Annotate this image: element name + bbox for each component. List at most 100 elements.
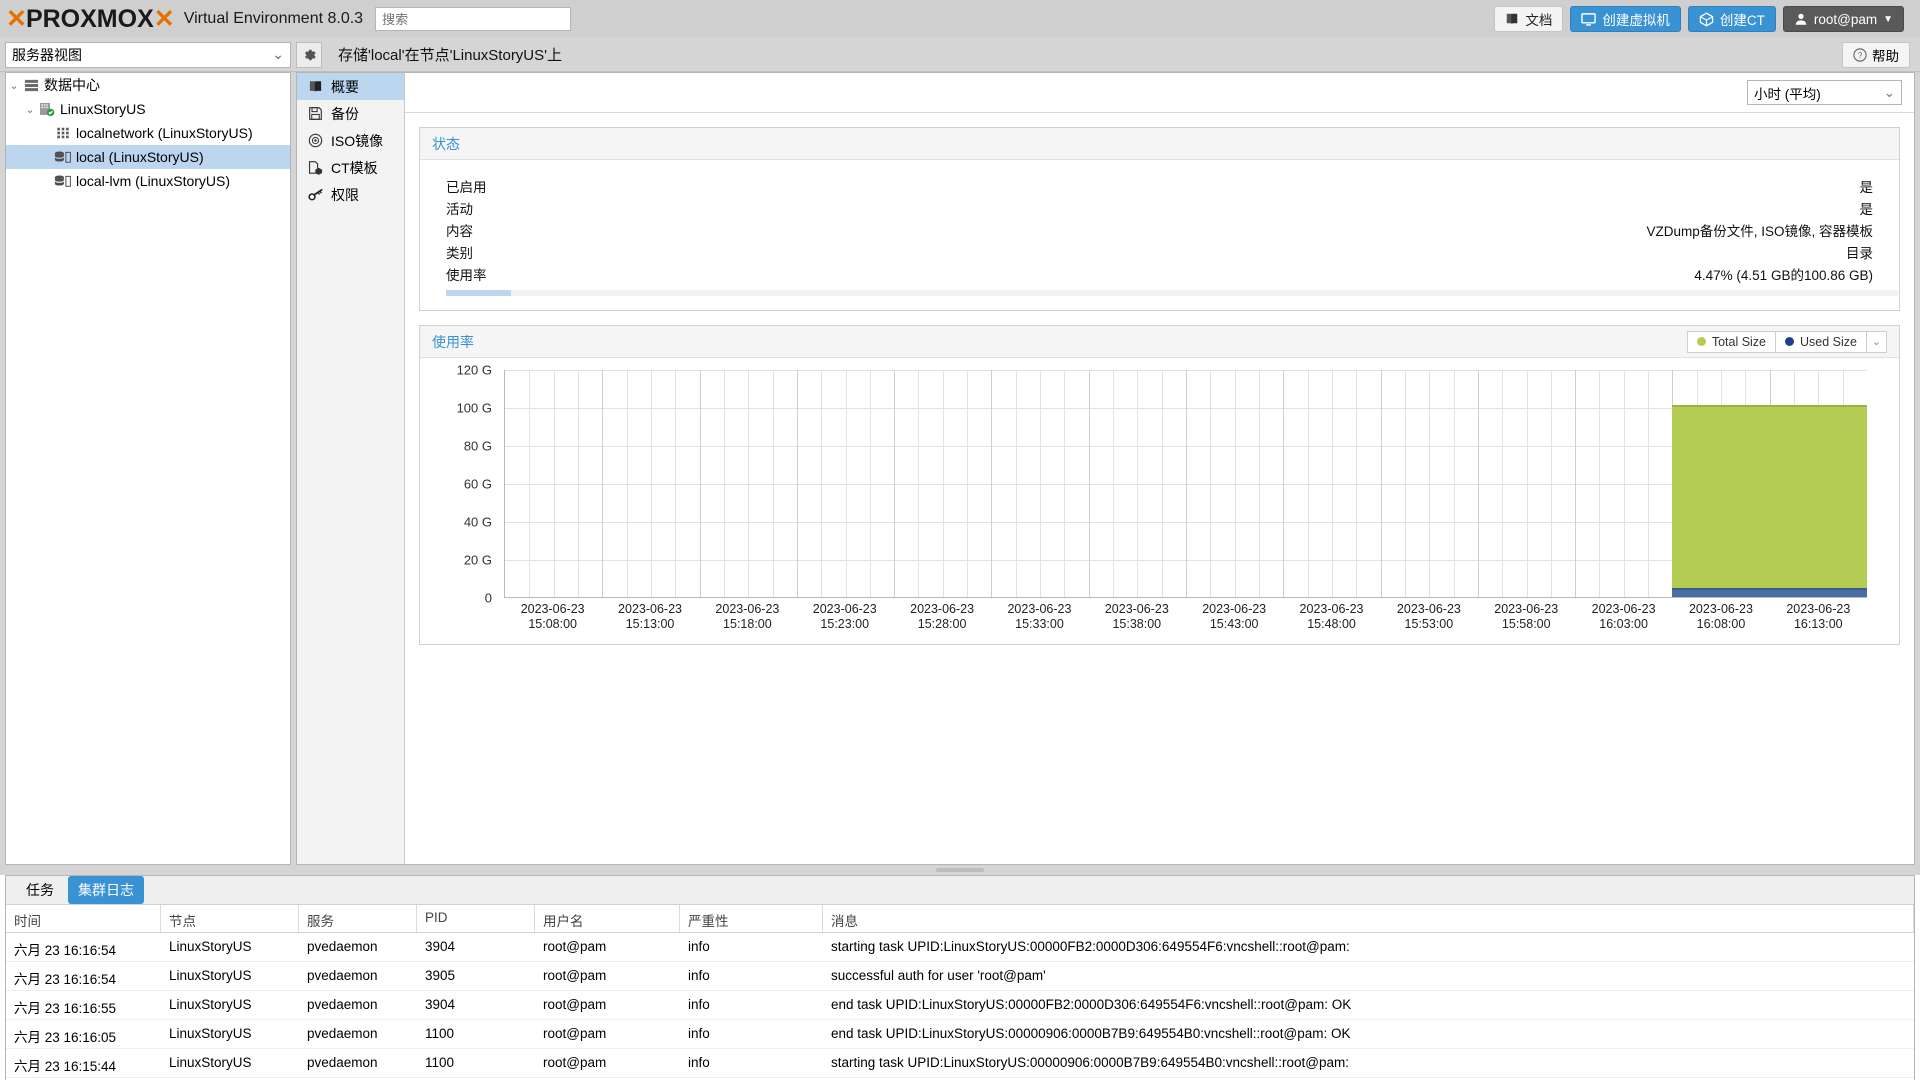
tree-item-4[interactable]: local-lvm (LinuxStoryUS) [6,169,290,193]
log-column-header-1[interactable]: 节点 [161,905,299,932]
view-select-value: 服务器视图 [12,46,82,63]
status-row-label: 使用率 [446,268,487,283]
log-cell-message: successful auth for user 'root@pam' [831,968,1046,983]
tree-item-label: LinuxStoryUS [60,101,146,117]
disc-icon [307,133,324,148]
log-cell-user: root@pam [543,968,607,983]
chart-gridline-v [1599,370,1601,597]
breadcrumb: 存储'local'在节点'LinuxStoryUS'上 [338,47,563,64]
tree-item-label: local (LinuxStoryUS) [76,149,204,165]
chart-y-tick [504,408,505,409]
log-row[interactable]: 六月 23 16:16:54 LinuxStoryUS pvedaemon 3905 r… [6,962,1914,991]
log-column-header-5[interactable]: 严重性 [680,905,823,932]
gear-icon [305,49,316,60]
chart-x-tick-label: 2023-06-23 15:48:00 [1300,602,1364,632]
log-row[interactable]: 六月 23 16:15:44 LinuxStoryUS pvedaemon 1100 r… [6,1049,1914,1078]
tree-item-0[interactable]: ⌄ 数据中心 [6,73,290,97]
chart-gridline-v [1623,370,1625,597]
nav-item-label: 概要 [331,78,359,95]
log-cell-message: starting task UPID:LinuxStoryUS:00000FB2… [831,939,1350,954]
chart-gridline-v [602,370,604,597]
legend-collapse-button[interactable]: ⌄ [1867,330,1887,353]
legend-item-used[interactable]: Used Size [1776,330,1867,353]
chart-y-tick [504,484,505,485]
chart-y-tick-label: 100 G [456,400,492,416]
log-row[interactable]: 六月 23 16:16:05 LinuxStoryUS pvedaemon 1100 r… [6,1020,1914,1049]
chart-gridline-v [1064,370,1066,597]
chart-gridline-v [1161,370,1163,597]
nav-item-2[interactable]: ISO镜像 [297,127,404,154]
chart-gridline-v [1526,370,1528,597]
chart-gridline-v [1356,370,1358,597]
chart-x-tick-label: 2023-06-23 15:43:00 [1202,602,1266,632]
chart-gridline-v [529,370,531,597]
log-row[interactable]: 六月 23 16:16:55 LinuxStoryUS pvedaemon 3904 r… [6,991,1914,1020]
usage-progress-fill [446,290,511,296]
usage-chart-header: 使用率 Total Size Used Size ⌄ [420,326,1899,358]
chart-x-date: 2023-06-23 [1494,602,1559,616]
tree-item-1[interactable]: ⌄ LinuxStoryUS [6,97,290,121]
log-column-header-4[interactable]: 用户名 [535,905,680,932]
chart-x-time: 15:58:00 [1501,617,1551,631]
log-splitter[interactable] [0,865,1920,875]
log-cell-pid: 3905 [425,968,456,983]
tree-item-label: 数据中心 [44,77,100,93]
tree-expander-icon[interactable]: ⌄ [22,103,38,116]
legend-item-total[interactable]: Total Size [1686,330,1777,353]
log-cell-time: 六月 23 16:16:54 [14,972,117,987]
help-button[interactable]: ? 帮助 [1842,41,1910,68]
time-range-select[interactable]: 小时 (平均) ⌄ [1747,80,1902,105]
chart-series-used-size [1672,588,1867,597]
settings-gear-button[interactable] [296,41,322,68]
create-ct-button[interactable]: 创建CT [1687,6,1776,32]
search-input[interactable] [375,7,572,31]
tree-item-3[interactable]: local (LinuxStoryUS) [6,145,290,169]
log-column-header-3[interactable]: PID [417,905,535,932]
chart-gridline-v [626,370,628,597]
nav-item-1[interactable]: 备份 [297,100,404,127]
log-cell-message: end task UPID:LinuxStoryUS:00000FB2:0000… [831,997,1352,1012]
chart-gridline-v [1186,370,1187,597]
nav-item-0[interactable]: 概要 [297,73,404,100]
chart-gridline-v [1453,370,1455,597]
nav-item-3[interactable]: CT模板 [297,154,404,181]
box-icon [1699,12,1714,26]
view-select[interactable]: 服务器视图 ⌄ [5,41,291,68]
chart-gridline-v [991,370,993,597]
chart-gridline-v [1113,370,1115,597]
legend-label-total: Total Size [1711,334,1767,349]
product-name: Virtual Environment 8.0.3 [183,10,364,27]
log-column-header-0[interactable]: 时间 [6,905,161,932]
log-column-header-6[interactable]: 消息 [823,905,1914,932]
log-row[interactable]: 六月 23 16:16:54 LinuxStoryUS pvedaemon 3904 r… [6,933,1914,962]
log-tab-0[interactable]: 任务 [16,876,64,904]
chart-gridline-v [821,370,823,597]
chart-x-date: 2023-06-23 [1007,602,1072,616]
docs-button-label: 文档 [1525,13,1553,28]
key-icon [307,187,324,202]
log-cell-severity: info [688,997,710,1012]
log-tab-1[interactable]: 集群日志 [68,876,144,904]
log-column-header-2[interactable]: 服务 [299,905,417,932]
chart-x-time: 15:13:00 [625,617,675,631]
tree-item-2[interactable]: localnetwork (LinuxStoryUS) [6,121,290,145]
log-cell-service: pvedaemon [307,997,378,1012]
user-menu-button[interactable]: root@pam ▼ [1782,6,1904,32]
docs-button[interactable]: 文档 [1494,6,1564,32]
chart-gridline-v [1477,370,1479,597]
chevron-down-icon: ⌄ [1883,84,1895,100]
log-cell-user: root@pam [543,1055,607,1070]
chart-x-date: 2023-06-23 [1786,602,1851,616]
create-vm-button[interactable]: 创建虚拟机 [1570,6,1681,32]
log-cell-node: LinuxStoryUS [169,1026,252,1041]
chart-gridline-v [1307,370,1309,597]
nav-item-4[interactable]: 权限 [297,181,404,208]
chart-gridline-v [1283,370,1285,597]
chart-gridline-v [1088,370,1090,597]
status-row-label: 类别 [446,246,473,261]
tree-expander-icon[interactable]: ⌄ [6,79,22,92]
usage-chart-body: 0 20 G 40 G 60 G 80 G 100 G 120 G 2023-06-23 15… [420,358,1899,644]
chart-gridline-v [1380,370,1382,597]
status-row-value: 目录 [1846,246,1873,261]
nav-item-label: ISO镜像 [331,132,384,149]
